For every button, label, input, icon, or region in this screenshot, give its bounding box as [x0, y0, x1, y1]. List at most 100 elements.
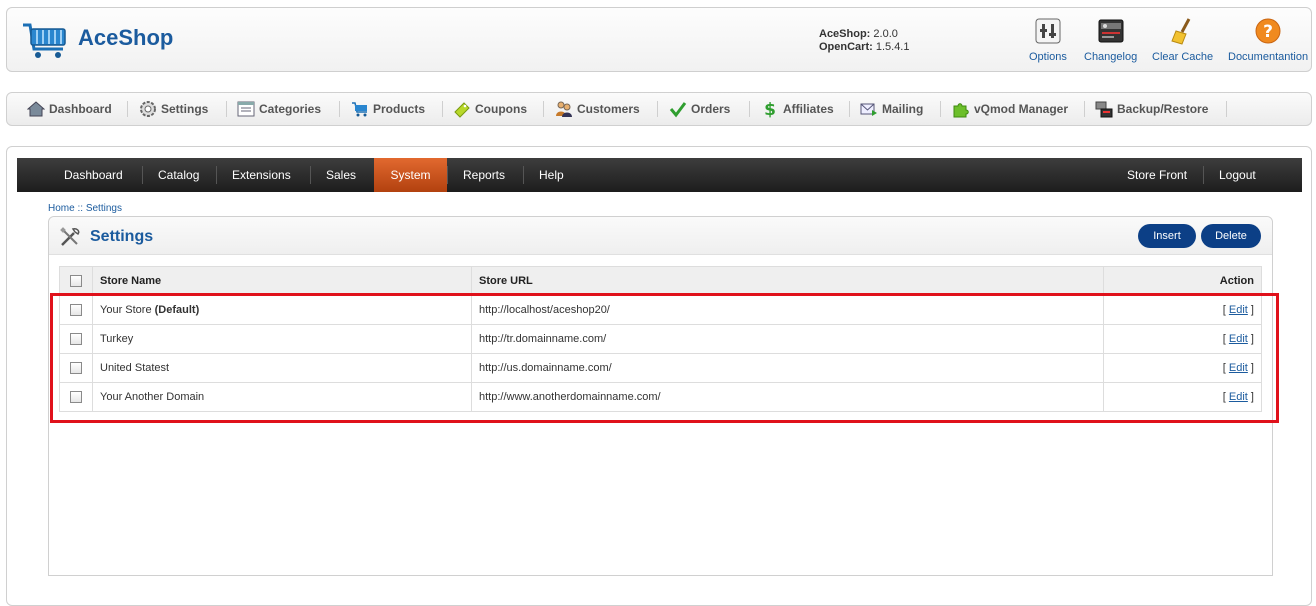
aceshop-version: 2.0.0 [873, 28, 898, 40]
toolbar-divider [940, 101, 941, 117]
toolbar-divider [226, 101, 227, 117]
toolbar-mailing[interactable]: Mailing [860, 93, 923, 125]
nav-store-front[interactable]: Store Front [1111, 158, 1203, 192]
toolbar-customers[interactable]: Customers [555, 93, 640, 125]
edit-link[interactable]: Edit [1229, 362, 1248, 374]
toolbar-settings-label: Settings [161, 102, 209, 116]
gear-icon [140, 101, 156, 117]
store-name: Your Store [100, 304, 152, 316]
nav-help[interactable]: Help [523, 158, 580, 192]
table-row: Your Store (Default) http://localhost/ac… [59, 295, 1262, 325]
store-url: http://www.anotherdomainname.com/ [471, 382, 1104, 412]
toolbar-mailing-label: Mailing [882, 102, 924, 116]
table-row: Your Another Domain http://www.anotherdo… [59, 382, 1262, 412]
row-checkbox[interactable] [70, 391, 82, 404]
default-label: (Default) [154, 304, 200, 316]
app-title: AceShop [78, 25, 174, 50]
toolbar-divider [442, 101, 443, 117]
toolbar-products[interactable]: Products [351, 93, 425, 125]
toolbar-divider [1084, 101, 1085, 117]
store-url: http://localhost/aceshop20/ [471, 295, 1104, 325]
home-icon [27, 101, 45, 117]
mail-icon [860, 103, 877, 116]
store-url: http://tr.domainname.com/ [471, 324, 1104, 354]
delete-button[interactable]: Delete [1201, 224, 1261, 248]
puzzle-icon [953, 103, 969, 118]
action-cell: [ Edit ] [1103, 353, 1262, 383]
nav-catalog[interactable]: Catalog [142, 158, 215, 192]
toolbar-dashboard-label: Dashboard [49, 102, 112, 116]
action-cell: [ Edit ] [1103, 382, 1262, 412]
nav-dashboard[interactable]: Dashboard [48, 158, 139, 192]
edit-link[interactable]: Edit [1229, 333, 1248, 345]
select-all-checkbox[interactable] [70, 275, 82, 288]
edit-link[interactable]: Edit [1229, 304, 1248, 316]
nav-extensions[interactable]: Extensions [216, 158, 307, 192]
page-title: Settings [90, 228, 154, 245]
breadcrumb: Home :: Settings [48, 203, 122, 214]
cart-icon [352, 102, 367, 117]
panel-header: Settings Insert Delete [49, 217, 1272, 255]
toolbar-settings[interactable]: Settings [139, 93, 208, 125]
customers-icon [556, 101, 572, 117]
nav-logout[interactable]: Logout [1203, 158, 1272, 192]
toolbar-categories-label: Categories [259, 102, 322, 116]
table-row: United Statest http://us.domainname.com/… [59, 353, 1262, 383]
toolbar-backup-restore[interactable]: Backup/Restore [1095, 93, 1208, 125]
toolbar-divider [127, 101, 128, 117]
settings-panel: Settings Insert Delete Store Name Store … [48, 216, 1273, 576]
opencart-version-label: OpenCart: [819, 41, 873, 53]
toolbar-divider [749, 101, 750, 117]
column-header-store-url[interactable]: Store URL [471, 266, 1104, 296]
changelog-icon [1098, 19, 1124, 43]
row-checkbox[interactable] [70, 304, 82, 317]
row-checkbox[interactable] [70, 362, 82, 375]
svg-text:?: ? [1263, 22, 1273, 42]
row-select-cell [59, 353, 93, 383]
clear-cache-label: Clear Cache [1152, 51, 1214, 63]
changelog-button[interactable]: Changelog [1084, 17, 1137, 63]
store-name: Your Another Domain [92, 382, 472, 412]
options-button[interactable]: Options [1029, 17, 1067, 63]
insert-button[interactable]: Insert [1138, 224, 1196, 248]
breadcrumb-settings[interactable]: Settings [86, 203, 122, 214]
column-header-action: Action [1103, 266, 1262, 296]
documentation-label: Documentantion [1228, 51, 1309, 63]
stores-table: Store Name Store URL Action Your Store (… [59, 266, 1262, 412]
aceshop-version-label: AceShop: [819, 28, 871, 40]
toolbar-affiliates[interactable]: $ Affiliates [761, 93, 834, 125]
action-cell: [ Edit ] [1103, 295, 1262, 325]
toolbar-categories[interactable]: Categories [237, 93, 321, 125]
toolbar-coupons[interactable]: Coupons [453, 93, 527, 125]
column-header-store-name[interactable]: Store Name [92, 266, 472, 296]
store-name-cell: Your Store (Default) [92, 295, 472, 325]
toolbar-products-label: Products [373, 102, 426, 116]
row-select-cell [59, 382, 93, 412]
select-all-cell [59, 266, 93, 296]
clear-cache-button[interactable]: Clear Cache [1152, 17, 1213, 63]
edit-link[interactable]: Edit [1229, 391, 1248, 403]
nav-sales[interactable]: Sales [310, 158, 372, 192]
toolbar-dashboard[interactable]: Dashboard [27, 93, 112, 125]
toolbar-orders[interactable]: Orders [669, 93, 730, 125]
documentation-button[interactable]: ? Documentantion [1228, 17, 1308, 63]
table-row: Turkey http://tr.domainname.com/ [ Edit … [59, 324, 1262, 354]
nav-reports[interactable]: Reports [447, 158, 521, 192]
breadcrumb-home[interactable]: Home [48, 203, 75, 214]
toolbar-orders-label: Orders [691, 102, 731, 116]
version-info: AceShop: 2.0.0 OpenCart: 1.5.4.1 [819, 28, 909, 54]
options-icon [1035, 18, 1061, 44]
toolbar-divider [657, 101, 658, 117]
store-name: Turkey [92, 324, 472, 354]
broom-icon [1170, 18, 1190, 45]
help-icon: ? [1255, 18, 1281, 44]
row-checkbox[interactable] [70, 333, 82, 346]
tools-icon [60, 227, 80, 246]
coupon-icon [454, 102, 470, 118]
toolbar-coupons-label: Coupons [475, 102, 527, 116]
action-cell: [ Edit ] [1103, 324, 1262, 354]
shopping-cart-logo-icon [23, 23, 66, 58]
toolbar-vqmod-manager[interactable]: vQmod Manager [952, 93, 1068, 125]
quick-toolbar: Dashboard Settings Categories Products C… [6, 92, 1312, 126]
nav-system[interactable]: System [374, 158, 447, 192]
